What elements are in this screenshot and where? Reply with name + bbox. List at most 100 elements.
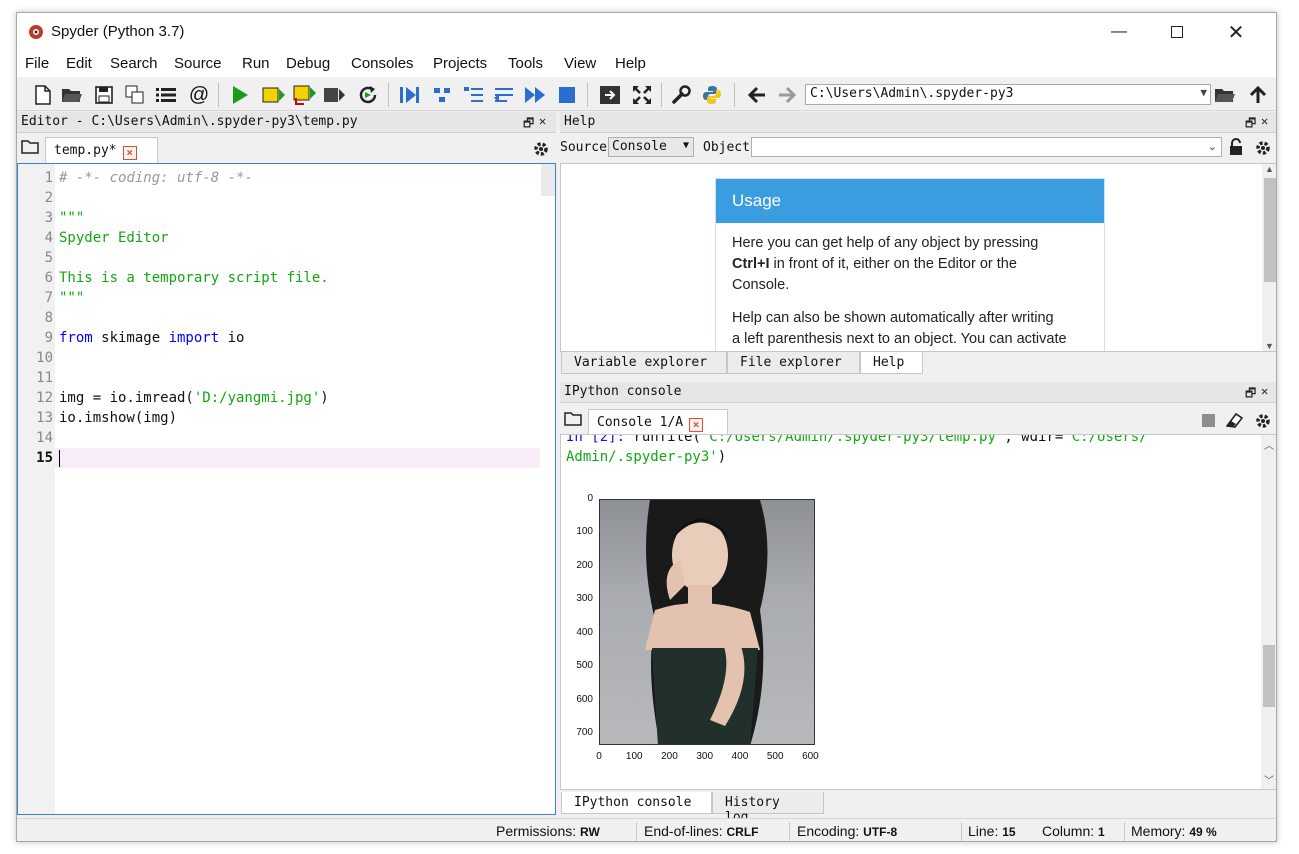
tab-help[interactable]: Help: [860, 352, 923, 374]
tab-file-explorer[interactable]: File explorer: [727, 352, 860, 374]
folder-open-icon: [61, 86, 83, 104]
menu-run[interactable]: Run: [242, 55, 270, 72]
step-button[interactable]: [430, 83, 454, 107]
console-scrollbar[interactable]: ︿ ﹀: [1261, 435, 1277, 789]
lock-icon[interactable]: [1229, 138, 1243, 159]
run-cell-advance-icon: [293, 84, 317, 106]
scrollbar-thumb[interactable]: [1263, 645, 1275, 707]
current-line-highlight: [55, 448, 540, 468]
close-pane-icon[interactable]: ✕: [1261, 384, 1268, 398]
object-label: Object: [703, 140, 750, 155]
run-cell-advance-button[interactable]: [293, 83, 317, 107]
editor-scrollbar[interactable]: [541, 164, 555, 196]
save-all-button[interactable]: [123, 83, 147, 107]
tab-history-log[interactable]: History log: [712, 792, 824, 814]
scroll-down-icon[interactable]: ▼: [1265, 341, 1274, 351]
close-window-button[interactable]: ✕: [1207, 13, 1265, 51]
maximize-button[interactable]: [1148, 13, 1206, 51]
y-tick-label: 700: [561, 727, 593, 738]
y-tick-label: 400: [561, 627, 593, 638]
chevron-down-icon[interactable]: ﹀: [1264, 772, 1274, 787]
working-directory-value: C:\Users\Admin\.spyder-py3: [810, 86, 1014, 101]
fast-forward-icon: [524, 85, 546, 105]
stop-kernel-icon[interactable]: [1202, 414, 1215, 427]
run-selection-button[interactable]: [323, 83, 347, 107]
menu-edit[interactable]: Edit: [66, 55, 92, 72]
step-into-button[interactable]: [461, 83, 485, 107]
close-icon: ✕: [1228, 20, 1245, 45]
y-tick-label: 200: [561, 560, 593, 571]
scrollbar-thumb[interactable]: [1264, 178, 1276, 282]
minimize-button[interactable]: —: [1090, 13, 1148, 51]
menu-source[interactable]: Source: [174, 55, 222, 72]
step-return-icon: [493, 85, 515, 105]
tab-variable-explorer[interactable]: Variable explorer: [561, 352, 727, 374]
maximize-pane-button[interactable]: [598, 83, 622, 107]
run-button[interactable]: [228, 83, 252, 107]
eraser-icon[interactable]: [1226, 412, 1244, 431]
plot-image: [599, 499, 815, 745]
python-path-button[interactable]: [700, 83, 724, 107]
undock-icon[interactable]: 🗗: [1245, 384, 1256, 405]
python-logo-icon: [702, 85, 722, 105]
browse-tabs-icon[interactable]: [21, 139, 39, 158]
open-file-button[interactable]: [60, 83, 84, 107]
run-cell-button[interactable]: [262, 83, 286, 107]
x-tick-label: 0: [587, 751, 611, 762]
chevron-up-icon[interactable]: ︿: [1264, 437, 1274, 452]
browse-tabs-icon[interactable]: [564, 411, 582, 430]
gear-icon[interactable]: [1254, 139, 1272, 160]
gear-icon[interactable]: [1254, 412, 1272, 433]
file-switcher-button[interactable]: [154, 83, 178, 107]
preferences-button[interactable]: [669, 83, 693, 107]
object-input[interactable]: ⌄: [751, 137, 1222, 157]
save-all-icon: [125, 85, 145, 105]
wrench-icon: [671, 85, 691, 105]
source-select[interactable]: Console ▼: [608, 137, 694, 157]
debug-button[interactable]: [397, 83, 421, 107]
new-file-button[interactable]: [31, 83, 55, 107]
help-title: Help: [564, 114, 595, 129]
save-file-button[interactable]: [92, 83, 116, 107]
window-title: Spyder (Python 3.7): [51, 23, 184, 40]
menu-view[interactable]: View: [564, 55, 596, 72]
minimize-icon: —: [1111, 23, 1127, 41]
stop-debug-button[interactable]: [555, 83, 579, 107]
close-tab-icon[interactable]: ×: [123, 146, 137, 160]
menu-help[interactable]: Help: [615, 55, 646, 72]
ipython-console[interactable]: In [2]: runfile('C:/Users/Admin/.spyder-…: [560, 434, 1277, 790]
close-tab-icon[interactable]: ×: [689, 418, 703, 432]
parent-directory-button[interactable]: [1246, 83, 1270, 107]
x-tick-label: 300: [693, 751, 717, 762]
tab-ipython-console[interactable]: IPython console: [561, 792, 712, 814]
back-button[interactable]: [745, 83, 769, 107]
close-pane-icon[interactable]: ✕: [539, 114, 546, 128]
menu-search[interactable]: Search: [110, 55, 158, 72]
help-source-bar: Source Console ▼ Object ⌄: [560, 134, 1277, 162]
continue-button[interactable]: [523, 83, 547, 107]
scroll-up-icon[interactable]: ▲: [1265, 164, 1274, 174]
menu-debug[interactable]: Debug: [286, 55, 330, 72]
undock-icon[interactable]: 🗗: [523, 114, 534, 135]
tab-temp-py[interactable]: temp.py*×: [45, 137, 158, 163]
rerun-button[interactable]: [356, 83, 380, 107]
working-directory-combo[interactable]: C:\Users\Admin\.spyder-py3 ▼: [805, 84, 1211, 105]
fullscreen-button[interactable]: [630, 83, 654, 107]
symbol-finder-button[interactable]: @: [187, 83, 211, 107]
code-line-7: """: [59, 290, 84, 306]
close-pane-icon[interactable]: ✕: [1261, 114, 1268, 128]
code-editor[interactable]: 123456789101112131415 # -*- coding: utf-…: [17, 163, 556, 815]
forward-button[interactable]: [775, 83, 799, 107]
source-label: Source: [560, 140, 607, 155]
menu-projects[interactable]: Projects: [433, 55, 487, 72]
browse-directory-button[interactable]: [1213, 83, 1237, 107]
console-line-1: In [2]: runfile('C:/Users/Admin/.spyder-…: [566, 434, 1148, 445]
menu-file[interactable]: File: [25, 55, 49, 72]
tab-console-1a[interactable]: Console 1/A×: [588, 409, 728, 435]
help-scrollbar[interactable]: ▲ ▼: [1262, 164, 1277, 351]
step-return-button[interactable]: [492, 83, 516, 107]
menu-tools[interactable]: Tools: [508, 55, 543, 72]
undock-icon[interactable]: 🗗: [1245, 114, 1256, 135]
menu-consoles[interactable]: Consoles: [351, 55, 414, 72]
gear-icon[interactable]: [532, 140, 550, 161]
